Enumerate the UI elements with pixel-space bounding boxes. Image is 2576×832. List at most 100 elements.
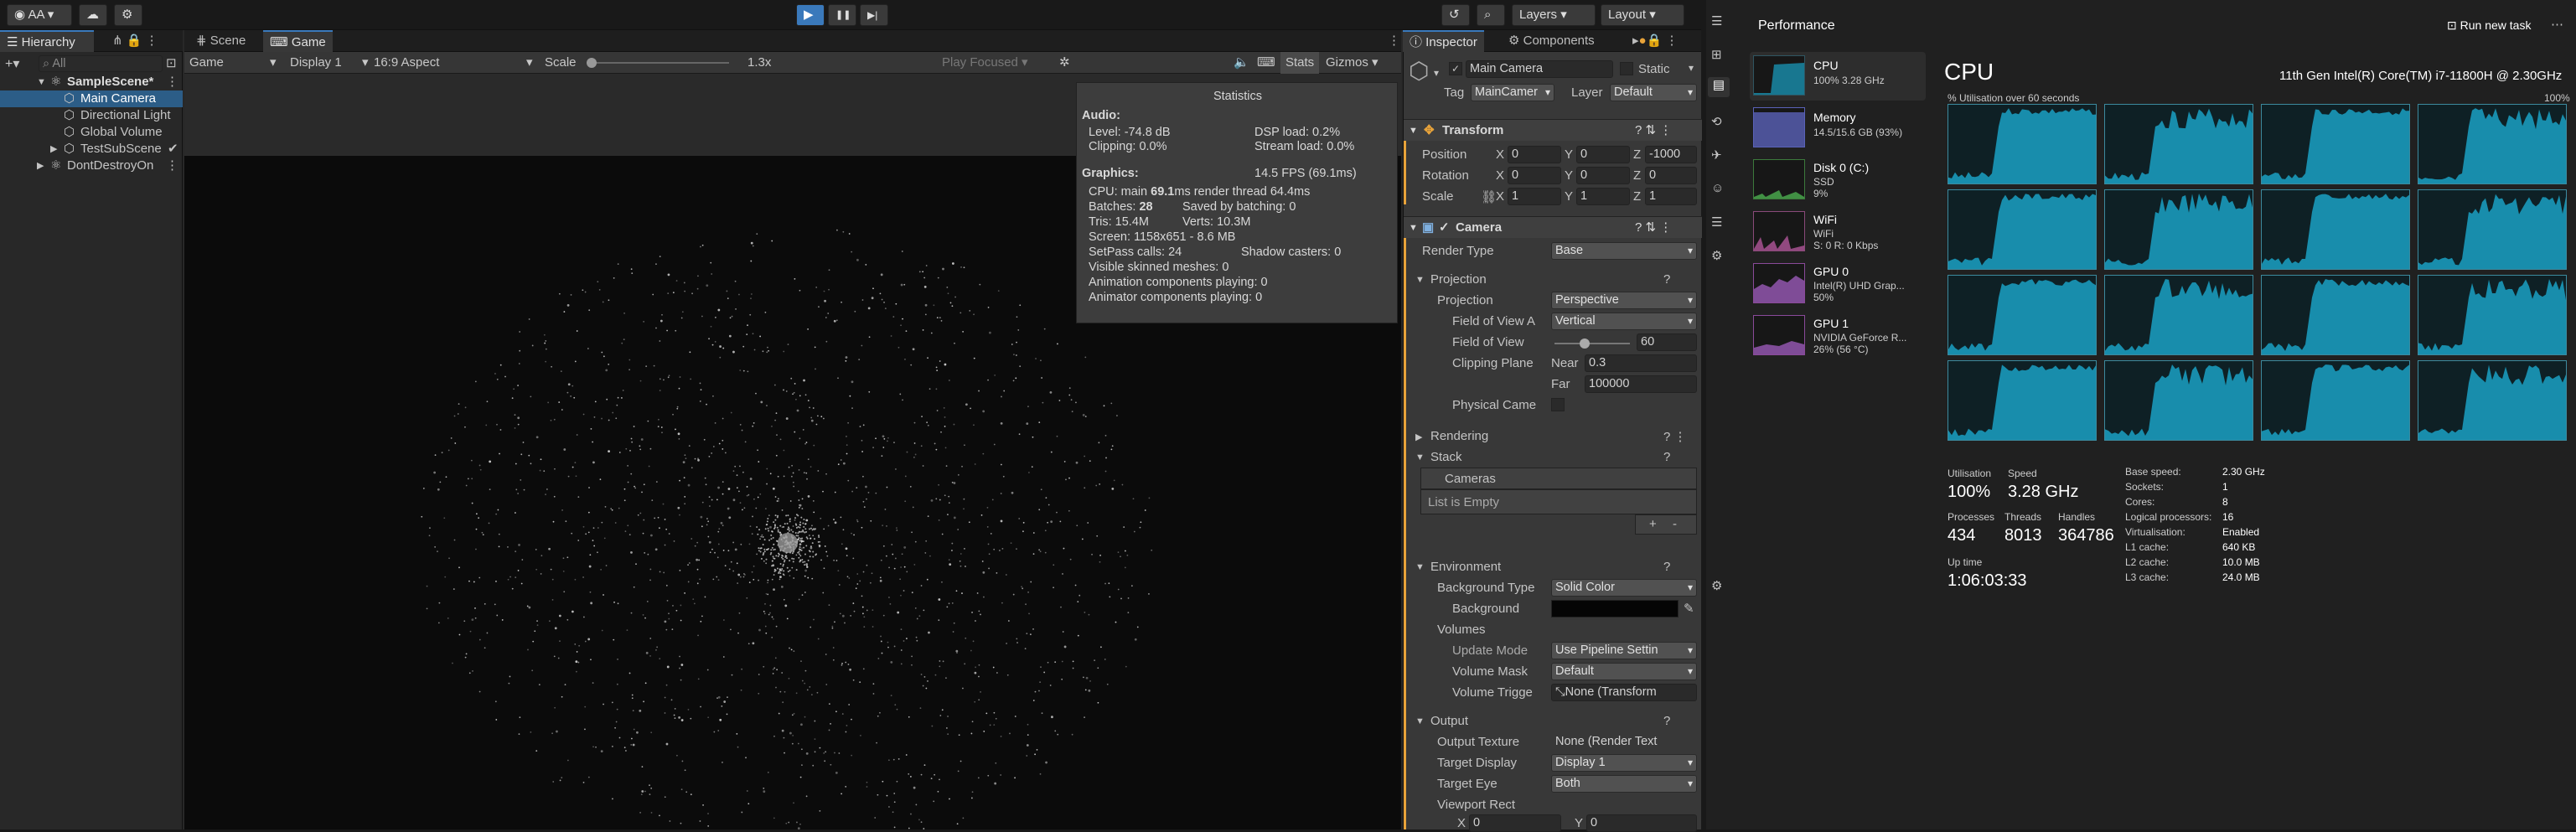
active-checkbox[interactable]: ✓ [1449, 62, 1462, 75]
inspector-options-icon[interactable]: ▸●🔒 ⋮ [1626, 30, 1684, 52]
update-mode-dropdown[interactable]: Use Pipeline Settin [1551, 642, 1697, 659]
help-icon[interactable]: ? [1663, 560, 1670, 574]
tag-dropdown[interactable]: MainCamer [1471, 84, 1554, 101]
hamburger-icon[interactable]: ☰ [1711, 13, 1722, 28]
tab-inspector[interactable]: ⓘ Inspector [1403, 30, 1484, 52]
layout-dropdown[interactable]: Layout ▾ [1601, 4, 1684, 26]
help-icon[interactable]: ? ⋮ [1663, 429, 1687, 444]
output-texture-field[interactable]: None (Render Text [1551, 733, 1697, 751]
render-type-dropdown[interactable]: Base [1551, 242, 1697, 260]
slider-handle[interactable] [1580, 338, 1590, 349]
scale-slider[interactable] [587, 58, 729, 68]
checkmark-icon[interactable]: ✔ [168, 141, 178, 158]
chevron-down-icon[interactable]: ▾ [1689, 62, 1694, 74]
volume-mask-dropdown[interactable]: Default [1551, 663, 1697, 680]
processes-icon[interactable]: ⊞ [1711, 47, 1722, 62]
more-icon[interactable]: ⋮ [166, 74, 178, 90]
help-icon[interactable]: ? [1663, 272, 1670, 287]
play-focused-dropdown[interactable]: Play Focused ▾ [942, 52, 1028, 74]
stats-toggle[interactable]: Stats [1280, 52, 1320, 74]
tab-components[interactable]: ⚙ Components [1502, 30, 1601, 52]
rotation-y-field[interactable]: 0 [1576, 167, 1630, 184]
services-icon[interactable]: ⚙ [1711, 248, 1722, 263]
tab-scene[interactable]: ⋕ Scene [189, 30, 252, 52]
users-icon[interactable]: ☺ [1711, 181, 1724, 195]
collapse-icon[interactable]: ▼ [1415, 452, 1425, 463]
rendering-group-label[interactable]: Rendering [1430, 429, 1488, 443]
display-dropdown[interactable]: Display 1 ▾ [290, 52, 374, 74]
far-field[interactable]: 100000 [1585, 375, 1697, 393]
component-options-icon[interactable]: ? ⇅ ⋮ [1635, 120, 1672, 142]
keyboard-icon[interactable]: ⌨ [1257, 52, 1275, 74]
scale-x-field[interactable]: 1 [1508, 188, 1561, 205]
target-eye-dropdown[interactable]: Both [1551, 775, 1697, 793]
tab-game[interactable]: ⌨ Game [263, 30, 333, 52]
bug-icon[interactable]: ✲ [1059, 52, 1070, 74]
settings-icon[interactable]: ⚙ [1711, 578, 1722, 593]
scale-z-field[interactable]: 1 [1645, 188, 1697, 205]
projection-group-label[interactable]: Projection [1430, 272, 1487, 287]
scale-y-field[interactable]: 1 [1576, 188, 1630, 205]
physical-camera-checkbox[interactable] [1551, 398, 1565, 411]
link-icon[interactable]: ⛓ [1481, 189, 1497, 204]
gizmos-dropdown[interactable]: Gizmos ▾ [1326, 52, 1379, 74]
run-new-task-button[interactable]: ⊡ Run new task [2447, 18, 2531, 33]
perf-card-gpu0[interactable]: GPU 0 Intel(R) UHD Grap... 50% [1750, 260, 1926, 308]
hierarchy-search-input[interactable]: ⌕ All [39, 55, 163, 72]
fov-axis-dropdown[interactable]: Vertical [1551, 313, 1697, 330]
collapse-icon[interactable]: ▼ [1415, 562, 1425, 572]
static-checkbox[interactable] [1620, 62, 1633, 75]
perf-card-disk[interactable]: Disk 0 (C:) SSD 9% [1750, 156, 1926, 204]
hierarchy-item-directional-light[interactable]: ⬡ Directional Light [0, 107, 183, 124]
hierarchy-item-subscene[interactable]: ▶ ⬡ TestSubScene ✔ [0, 141, 183, 158]
hierarchy-item-main-camera[interactable]: ⬡ Main Camera [0, 90, 183, 107]
enabled-check-icon[interactable]: ✓ [1439, 217, 1450, 239]
output-group-label[interactable]: Output [1430, 714, 1468, 728]
tab-hierarchy[interactable]: ☰ Hierarchy [0, 30, 94, 52]
cloud-icon[interactable]: ☁ [79, 4, 107, 26]
volume-trigger-field[interactable]: ⤡None (Transform [1551, 684, 1697, 701]
hierarchy-item-scene[interactable]: ▼ ⚛ SampleScene* ⋮ [0, 74, 183, 90]
account-dropdown[interactable]: ◉ AA ▾ [7, 4, 72, 26]
projection-dropdown[interactable]: Perspective [1551, 292, 1697, 309]
pause-button[interactable]: ❚❚ [828, 4, 856, 26]
play-button[interactable]: ▶ [796, 4, 825, 26]
object-name-input[interactable]: Main Camera [1466, 60, 1613, 78]
history-icon[interactable]: ↺ [1441, 4, 1470, 26]
component-options-icon[interactable]: ? ⇅ ⋮ [1635, 217, 1672, 239]
app-history-icon[interactable]: ⟲ [1711, 114, 1722, 129]
near-field[interactable]: 0.3 [1585, 354, 1697, 372]
expand-icon[interactable]: ▶ [1415, 432, 1422, 442]
perf-card-wifi[interactable]: WiFi WiFi S: 0 R: 0 Kbps [1750, 208, 1926, 256]
perf-card-cpu[interactable]: CPU 100% 3.28 GHz [1750, 52, 1926, 101]
camera-header[interactable]: ▼ ▣ ✓ Camera? ⇅ ⋮ [1404, 216, 1702, 238]
transform-header[interactable]: ▼ ✥ Transform? ⇅ ⋮ [1404, 119, 1702, 141]
filter-icon[interactable]: ⊡ [166, 55, 177, 70]
step-button[interactable]: ▶| [860, 4, 888, 26]
position-y-field[interactable]: 0 [1576, 146, 1630, 163]
aspect-dropdown[interactable]: 16:9 Aspect ▾ [374, 52, 541, 74]
hierarchy-item-global-volume[interactable]: ⬡ Global Volume [0, 124, 183, 141]
hierarchy-options-icon[interactable]: ⋔ 🔒 ⋮ [106, 30, 165, 52]
perf-card-memory[interactable]: Memory 14.5/15.6 GB (93%) [1750, 104, 1926, 152]
game-mode-dropdown[interactable]: Game ▾ [189, 52, 282, 74]
position-x-field[interactable]: 0 [1508, 146, 1561, 163]
more-icon[interactable]: ⋮ [166, 158, 178, 174]
add-camera-button[interactable]: + [1649, 517, 1657, 531]
rotation-z-field[interactable]: 0 [1645, 167, 1697, 184]
startup-apps-icon[interactable]: ✈ [1711, 147, 1722, 163]
layer-dropdown[interactable]: Default [1610, 84, 1697, 101]
position-z-field[interactable]: -1000 [1645, 146, 1697, 163]
collapse-icon[interactable]: ▼ [1415, 275, 1425, 285]
target-display-dropdown[interactable]: Display 1 [1551, 754, 1697, 772]
collab-icon[interactable]: ⚙ [114, 4, 142, 26]
slider-handle[interactable] [587, 58, 597, 68]
collapse-icon[interactable]: ▼ [1415, 716, 1425, 726]
hierarchy-item-dontdestroy[interactable]: ▶ ⚛ DontDestroyOn ⋮ [0, 158, 183, 174]
rotation-x-field[interactable]: 0 [1508, 167, 1561, 184]
stack-group-label[interactable]: Stack [1430, 450, 1462, 464]
fov-slider[interactable] [1554, 338, 1630, 349]
details-icon[interactable]: ☰ [1711, 214, 1722, 230]
layers-dropdown[interactable]: Layers ▾ [1512, 4, 1596, 26]
eyedropper-icon[interactable]: ✎ [1684, 601, 1694, 616]
